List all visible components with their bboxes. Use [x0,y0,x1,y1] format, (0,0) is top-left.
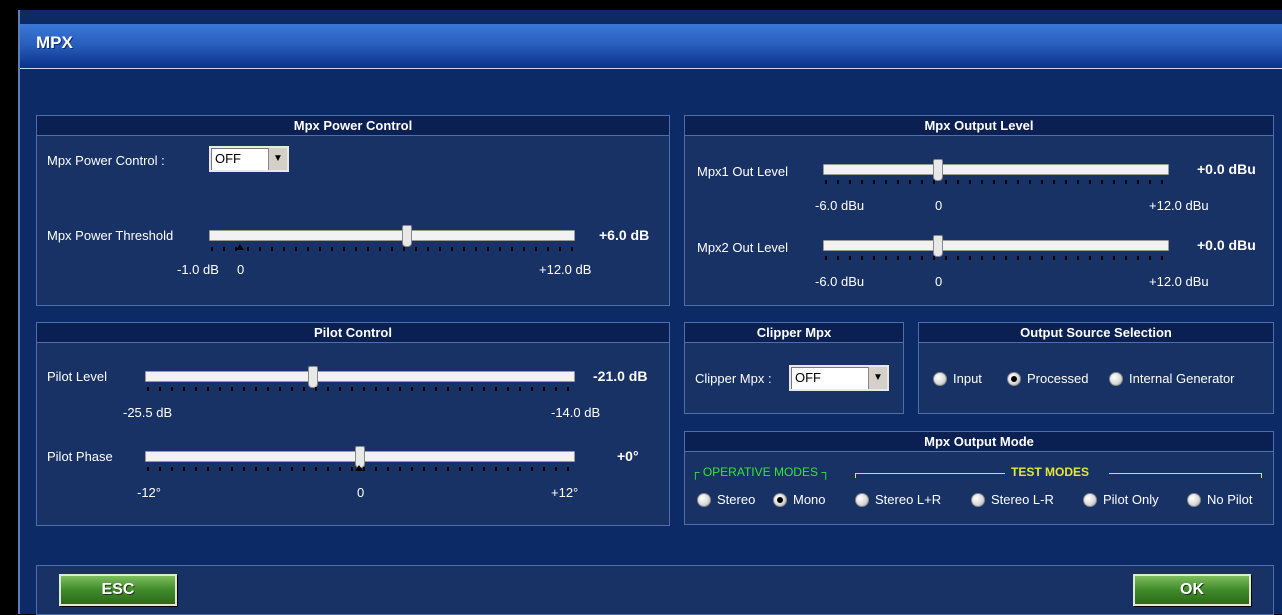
bottom-bar: ESC OK [36,565,1274,615]
pilot-phase-zero: 0 [357,485,365,500]
mode-label-mono[interactable]: Mono [793,492,826,507]
test-modes-corner-left [855,473,856,478]
mode-label-stereo-lr-diff[interactable]: Stereo L-R [991,492,1054,507]
panel-header: Mpx Output Mode [685,432,1273,452]
mpx2-max: +12.0 dBu [1149,274,1209,289]
mode-radio-no-pilot[interactable] [1187,493,1201,507]
pilot-control-panel: Pilot Control Pilot Level -21.0 dB -25.5… [36,322,670,526]
mode-radio-stereo-lr-sum[interactable] [855,493,869,507]
test-modes-line-right [1109,473,1261,474]
slider-ticks [147,387,573,391]
power-control-select[interactable]: OFF ▼ [209,146,289,172]
slider-thumb[interactable] [933,159,943,181]
clipper-mpx-label: Clipper Mpx : [695,371,772,386]
ok-button[interactable]: OK [1133,574,1251,606]
title-bar: MPX [20,24,1282,69]
pilot-phase-min: -12° [137,485,161,500]
pilot-level-value: -21.0 dB [593,368,648,384]
mode-radio-stereo-lr-diff[interactable] [971,493,985,507]
mode-radio-mono[interactable] [773,493,787,507]
source-radio-internal-generator[interactable] [1109,372,1123,386]
clipper-mpx-select[interactable]: OFF ▼ [789,365,889,391]
mode-label-stereo[interactable]: Stereo [717,492,755,507]
mpx2-out-level-slider[interactable] [823,235,1169,257]
pilot-phase-value: +0° [617,448,639,464]
mpx2-min: -6.0 dBu [815,274,865,289]
slider-thumb[interactable] [308,366,318,388]
mpx2-out-level-label: Mpx2 Out Level [697,240,789,255]
mode-label-pilot-only[interactable]: Pilot Only [1103,492,1159,507]
window-title: MPX [36,33,73,52]
slider-thumb[interactable] [933,235,943,257]
power-control-label: Mpx Power Control : [47,153,165,168]
slider-ticks [825,180,1167,184]
clipper-mpx-panel: Clipper Mpx Clipper Mpx : OFF ▼ [684,322,904,414]
mpx1-out-level-value: +0.0 dBu [1197,161,1256,177]
mode-radio-stereo[interactable] [697,493,711,507]
test-modes-label: TEST MODES [1011,465,1090,479]
mpx-power-control-panel: Mpx Power Control Mpx Power Control : OF… [36,115,670,306]
test-modes-line-left [855,473,1005,474]
mpx1-max: +12.0 dBu [1149,198,1209,213]
test-modes-corner-right [1261,473,1262,478]
clipper-mpx-value: OFF [795,370,821,385]
panel-header: Mpx Power Control [37,116,669,136]
source-radio-input[interactable] [933,372,947,386]
mode-radio-pilot-only[interactable] [1083,493,1097,507]
mpx-output-mode-panel: Mpx Output Mode ┌ OPERATIVE MODES ┐ TEST… [684,431,1274,525]
pilot-level-label: Pilot Level [47,369,107,384]
operative-modes-text: OPERATIVE MODES [702,465,818,479]
pilot-level-min: -25.5 dB [123,405,173,420]
pilot-phase-label: Pilot Phase [47,449,113,464]
panel-header: Mpx Output Level [685,116,1273,136]
output-source-panel: Output Source Selection Input Processed … [918,322,1274,414]
mpx-window: MPX Mpx Power Control Mpx Power Control … [18,10,1282,615]
pilot-level-max: -14.0 dB [551,405,601,420]
mpx-output-level-panel: Mpx Output Level Mpx1 Out Level +0.0 dBu… [684,115,1274,306]
pilot-phase-slider[interactable] [145,446,575,468]
mpx1-min: -6.0 dBu [815,198,865,213]
mpx1-zero: 0 [935,198,943,213]
mode-label-no-pilot[interactable]: No Pilot [1207,492,1253,507]
pilot-phase-max: +12° [551,485,579,500]
panel-header: Output Source Selection [919,323,1273,343]
slider-ticks [825,256,1167,260]
power-threshold-value: +6.0 dB [599,227,650,243]
chevron-down-icon[interactable]: ▼ [268,148,287,170]
panel-header: Pilot Control [37,323,669,343]
mpx2-zero: 0 [935,274,943,289]
zero-tick [236,244,244,250]
power-threshold-slider[interactable] [209,225,575,247]
source-label-internal-generator[interactable]: Internal Generator [1129,371,1235,386]
slider-ticks [211,247,573,251]
mpx1-out-level-label: Mpx1 Out Level [697,164,789,179]
zero-tick [355,465,363,471]
power-threshold-max: +12.0 dB [539,262,592,277]
mode-label-stereo-lr-sum[interactable]: Stereo L+R [875,492,941,507]
source-label-processed[interactable]: Processed [1027,371,1088,386]
panel-header: Clipper Mpx [685,323,903,343]
power-threshold-zero: 0 [237,262,245,277]
slider-thumb[interactable] [402,225,412,247]
mpx2-out-level-value: +0.0 dBu [1197,237,1256,253]
power-control-value: OFF [215,151,241,166]
source-label-input[interactable]: Input [953,371,982,386]
mpx1-out-level-slider[interactable] [823,159,1169,181]
power-threshold-label: Mpx Power Threshold [47,228,174,243]
window-body: Mpx Power Control Mpx Power Control : OF… [20,69,1282,615]
power-threshold-min: -1.0 dB [177,262,219,277]
chevron-down-icon[interactable]: ▼ [868,367,887,389]
pilot-level-slider[interactable] [145,366,575,388]
source-radio-processed[interactable] [1007,372,1021,386]
operative-modes-label: ┌ OPERATIVE MODES ┐ [691,465,830,479]
esc-button[interactable]: ESC [59,574,177,606]
